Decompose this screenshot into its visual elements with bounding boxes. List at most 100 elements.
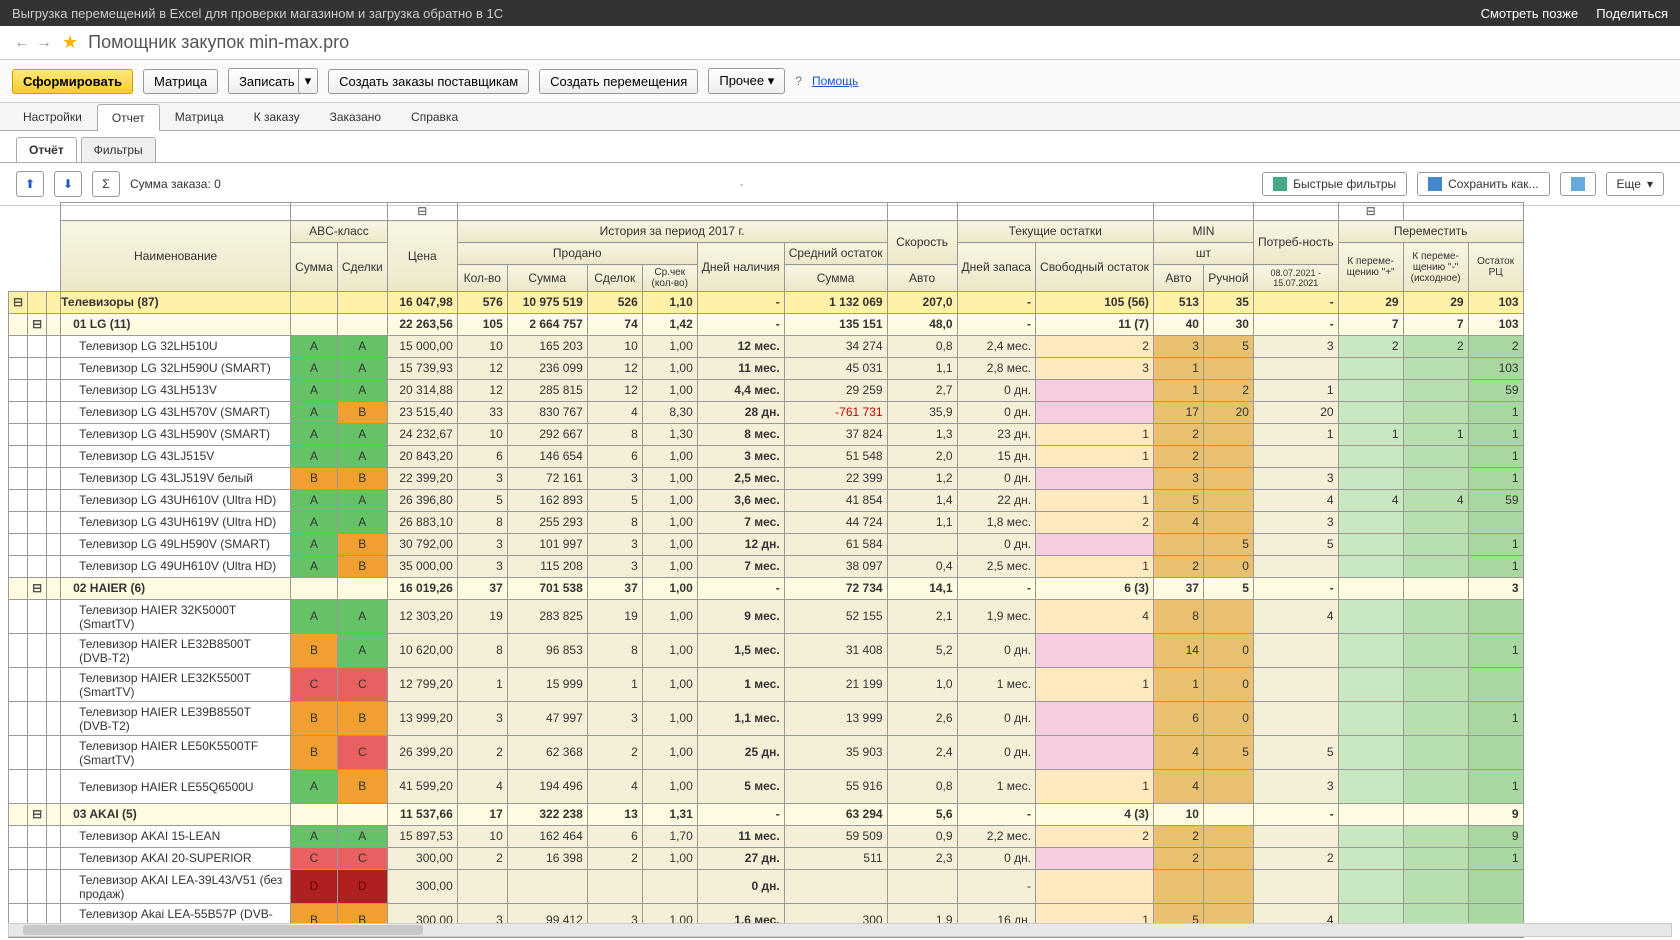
abc-sum-cell[interactable]: A <box>291 826 338 848</box>
hdr-cur-free[interactable]: Свободный остаток <box>1036 243 1154 292</box>
abc-deals-cell[interactable]: A <box>337 336 387 358</box>
group-name[interactable]: Телевизоры (87) <box>61 292 291 314</box>
write-button[interactable]: Записать <box>228 68 306 94</box>
abc-sum-cell[interactable]: C <box>291 848 338 870</box>
abc-deals-cell[interactable]: A <box>337 600 387 634</box>
hdr-move3[interactable]: Остаток РЦ <box>1468 243 1523 292</box>
scrollbar-thumb[interactable] <box>23 925 423 935</box>
hdr-abc[interactable]: ABC-класс <box>291 221 388 243</box>
hdr-min-man[interactable]: Ручной <box>1203 265 1253 292</box>
abc-deals-cell[interactable]: C <box>337 668 387 702</box>
abc-sum-cell[interactable]: A <box>291 534 338 556</box>
table-row[interactable]: Телевизор AKAI LEA-39L43/V51 (без продаж… <box>9 870 1524 904</box>
item-name[interactable]: Телевизор LG 43LH570V (SMART) <box>61 402 291 424</box>
save-as-button[interactable]: Сохранить как... <box>1417 172 1549 196</box>
mail-button[interactable] <box>1560 172 1596 196</box>
abc-deals-cell[interactable]: C <box>337 736 387 770</box>
table-row[interactable]: Телевизор LG 32LH510U A A 15 000,00 1016… <box>9 336 1524 358</box>
item-name[interactable]: Телевизор LG 43LH513V <box>61 380 291 402</box>
item-name[interactable]: Телевизор LG 32LH590U (SMART) <box>61 358 291 380</box>
table-row[interactable]: Телевизор HAIER LE50K5500TF (SmartTV) B … <box>9 736 1524 770</box>
abc-sum-cell[interactable]: A <box>291 556 338 578</box>
collapse-toggle-icon[interactable] <box>9 804 28 826</box>
star-icon[interactable]: ★ <box>62 32 78 53</box>
hdr-move2[interactable]: К переме-щению "-" (исходное) <box>1403 243 1468 292</box>
create-moves-button[interactable]: Создать перемещения <box>539 69 698 94</box>
create-orders-button[interactable]: Создать заказы поставщикам <box>328 69 529 94</box>
hdr-speed-auto[interactable]: Авто <box>887 265 957 292</box>
table-row[interactable]: Телевизор AKAI 20-SUPERIOR C C 300,00 21… <box>9 848 1524 870</box>
collapse-left-icon[interactable]: ⊟ <box>387 203 457 221</box>
item-name[interactable]: Телевизор AKAI 15-LEAN <box>61 826 291 848</box>
hdr-sold-deals[interactable]: Сделок <box>587 265 642 292</box>
hdr-abc-deals[interactable]: Сделки <box>337 243 387 292</box>
table-row[interactable]: Телевизор HAIER 32K5000T (SmartTV) A A 1… <box>9 600 1524 634</box>
tab-settings[interactable]: Настройки <box>8 103 97 130</box>
item-name[interactable]: Телевизор LG 49LH590V (SMART) <box>61 534 291 556</box>
item-name[interactable]: Телевизор LG 43LJ515V <box>61 446 291 468</box>
abc-deals-cell[interactable]: A <box>337 826 387 848</box>
tab-ordered[interactable]: Заказано <box>315 103 396 130</box>
group-row[interactable]: ⊟ 01 LG (11) 22 263,56 1052 664 757741,4… <box>9 314 1524 336</box>
table-row[interactable]: Телевизор LG 43LH590V (SMART) A A 24 232… <box>9 424 1524 446</box>
abc-deals-cell[interactable]: A <box>337 490 387 512</box>
hdr-need-sub[interactable]: 08.07.2021 - 15.07.2021 <box>1253 265 1338 292</box>
collapse-toggle-icon[interactable]: ⊟ <box>28 314 47 336</box>
abc-sum-cell[interactable]: A <box>291 512 338 534</box>
hdr-sold-sum[interactable]: Сумма <box>507 265 587 292</box>
matrix-button[interactable]: Матрица <box>143 69 218 94</box>
report-table[interactable]: ⊟ ⊟ Наименование ABC-класс Цена История … <box>8 202 1524 938</box>
abc-sum-cell[interactable]: A <box>291 424 338 446</box>
abc-sum-cell[interactable]: B <box>291 736 338 770</box>
table-row[interactable]: Телевизор LG 32LH590U (SMART) A A 15 739… <box>9 358 1524 380</box>
group-row[interactable]: ⊟ 03 AKAI (5) 11 537,66 17322 238131,31 … <box>9 804 1524 826</box>
group-name[interactable]: 01 LG (11) <box>61 314 291 336</box>
hdr-need[interactable]: Потреб-ность <box>1253 221 1338 265</box>
table-row[interactable]: Телевизор HAIER LE32K5500T (SmartTV) C C… <box>9 668 1524 702</box>
hdr-avgstock[interactable]: Средний остаток <box>784 243 887 265</box>
hdr-move[interactable]: Переместить <box>1338 221 1523 243</box>
abc-sum-cell[interactable]: B <box>291 702 338 736</box>
abc-deals-cell[interactable]: A <box>337 358 387 380</box>
hdr-sold-avg[interactable]: Ср.чек (кол-во) <box>642 265 697 292</box>
abc-deals-cell[interactable]: B <box>337 770 387 804</box>
item-name[interactable]: Телевизор AKAI 20-SUPERIOR <box>61 848 291 870</box>
abc-sum-cell[interactable]: A <box>291 490 338 512</box>
horizontal-scrollbar[interactable] <box>8 923 1672 937</box>
item-name[interactable]: Телевизор AKAI LEA-39L43/V51 (без продаж… <box>61 870 291 904</box>
hdr-name[interactable]: Наименование <box>61 221 291 292</box>
share-link[interactable]: Поделиться <box>1596 6 1668 21</box>
item-name[interactable]: Телевизор LG 43UH619V (Ultra HD) <box>61 512 291 534</box>
table-row[interactable]: Телевизор LG 49LH590V (SMART) A B 30 792… <box>9 534 1524 556</box>
group-row[interactable]: ⊟ Телевизоры (87) 16 047,98 57610 975 51… <box>9 292 1524 314</box>
collapse-right-icon[interactable]: ⊟ <box>1338 203 1403 221</box>
abc-sum-cell[interactable]: A <box>291 358 338 380</box>
tab-matrix[interactable]: Матрица <box>160 103 239 130</box>
hdr-abc-sum[interactable]: Сумма <box>291 243 338 292</box>
abc-deals-cell[interactable]: B <box>337 556 387 578</box>
item-name[interactable]: Телевизор HAIER LE39B8550T (DVB-T2) <box>61 702 291 736</box>
collapse-toggle-icon[interactable]: ⊟ <box>28 804 47 826</box>
table-row[interactable]: Телевизор HAIER LE39B8550T (DVB-T2) B B … <box>9 702 1524 736</box>
report-area[interactable]: ⊟ ⊟ Наименование ABC-класс Цена История … <box>0 202 1680 940</box>
item-name[interactable]: Телевизор HAIER LE32B8500T (DVB-T2) <box>61 634 291 668</box>
group-name[interactable]: 02 HAIER (6) <box>61 578 291 600</box>
nav-fwd-icon[interactable]: → <box>36 34 52 52</box>
abc-deals-cell[interactable]: A <box>337 424 387 446</box>
arrow-up-icon[interactable]: ⬆ <box>16 171 44 197</box>
hdr-price[interactable]: Цена <box>387 221 457 292</box>
abc-deals-cell[interactable]: A <box>337 446 387 468</box>
collapse-toggle-icon[interactable] <box>9 314 28 336</box>
item-name[interactable]: Телевизор HAIER LE50K5500TF (SmartTV) <box>61 736 291 770</box>
table-row[interactable]: Телевизор LG 43LJ519V белый B B 22 399,2… <box>9 468 1524 490</box>
abc-deals-cell[interactable]: B <box>337 702 387 736</box>
table-row[interactable]: Телевизор HAIER LE32B8500T (DVB-T2) B A … <box>9 634 1524 668</box>
tab-report[interactable]: Отчет <box>97 104 160 131</box>
abc-deals-cell[interactable]: C <box>337 848 387 870</box>
hdr-current[interactable]: Текущие остатки <box>957 221 1153 243</box>
hdr-min[interactable]: MIN <box>1153 221 1253 243</box>
help-link[interactable]: Помощь <box>812 74 858 88</box>
collapse-toggle-icon[interactable] <box>9 578 28 600</box>
nav-back-icon[interactable]: ← <box>14 34 30 52</box>
abc-sum-cell[interactable]: A <box>291 402 338 424</box>
